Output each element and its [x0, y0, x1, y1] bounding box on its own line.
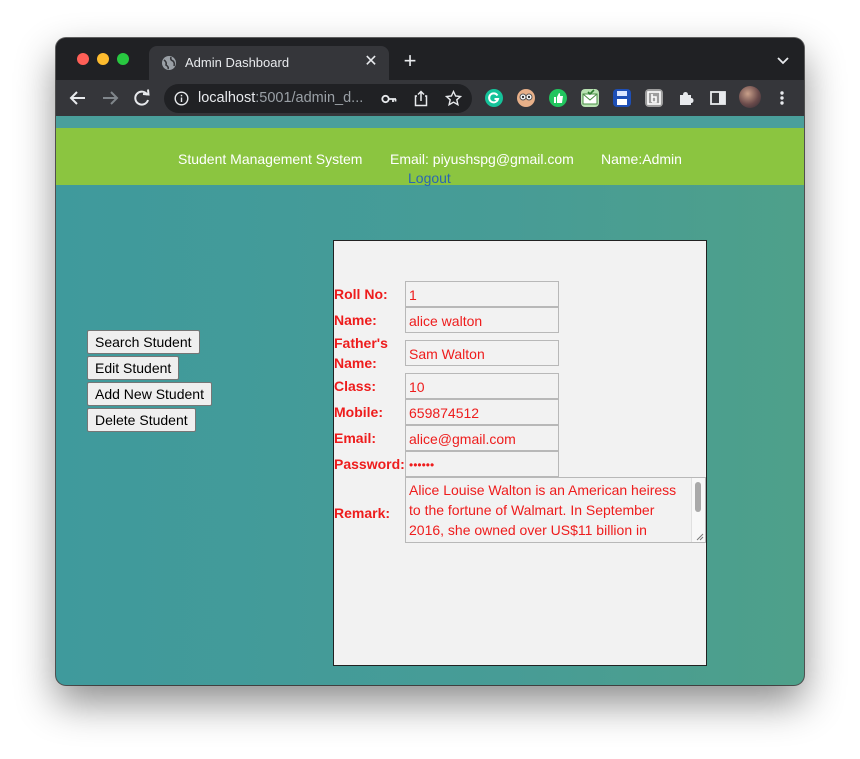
father-label-line2: Name:	[334, 355, 377, 371]
search-student-button[interactable]: Search Student	[87, 330, 200, 354]
password-field[interactable]: ••••••	[405, 451, 559, 477]
browser-tab[interactable]: Admin Dashboard ✕	[149, 46, 389, 80]
remark-text: Alice Louise Walton is an American heire…	[409, 482, 677, 538]
admin-name: Name:Admin	[601, 151, 682, 167]
plus-icon[interactable]: +	[400, 50, 420, 72]
save-icon[interactable]	[613, 89, 631, 107]
name-label: Name:	[334, 312, 377, 328]
roll-field[interactable]: 1	[405, 281, 559, 307]
father-name-field[interactable]: Sam Walton	[405, 340, 559, 366]
url-path: :5001/admin_d...	[255, 90, 364, 106]
admin-email: Email: piyushspg@gmail.com	[390, 151, 574, 167]
mobile-field[interactable]: 659874512	[405, 399, 559, 425]
address-bar[interactable]: localhost:5001/admin_d...	[164, 84, 472, 113]
sidepanel-icon[interactable]	[709, 89, 727, 107]
scrollbar-thumb[interactable]	[695, 482, 701, 512]
info-icon[interactable]	[174, 91, 189, 106]
avatar[interactable]	[739, 86, 761, 108]
delete-student-button[interactable]: Delete Student	[87, 408, 196, 432]
browser-toolbar: localhost:5001/admin_d...	[56, 80, 804, 116]
edit-student-button[interactable]: Edit Student	[87, 356, 180, 380]
reload-icon[interactable]	[133, 89, 151, 107]
minimize-window-button[interactable]	[97, 53, 109, 65]
father-label-line1: Father's	[334, 335, 388, 351]
site-title: Student Management System	[178, 151, 363, 167]
maximize-window-button[interactable]	[117, 53, 129, 65]
browser-window: Admin Dashboard ✕ + localhost:5001/admin…	[56, 38, 804, 685]
more-icon[interactable]	[774, 89, 790, 107]
email-field[interactable]: alice@gmail.com	[405, 425, 559, 451]
grammarly-icon[interactable]	[485, 89, 503, 107]
url-text: localhost:5001/admin_d...	[198, 90, 363, 106]
name-field[interactable]: alice walton	[405, 307, 559, 333]
key-icon[interactable]	[381, 91, 397, 107]
back-icon[interactable]	[69, 89, 87, 107]
class-label: Class:	[334, 378, 377, 394]
forward-icon[interactable]	[101, 89, 119, 107]
password-label: Password:	[334, 456, 405, 472]
share-icon[interactable]	[413, 90, 429, 107]
add-new-student-button[interactable]: Add New Student	[87, 382, 212, 406]
chevron-down-icon[interactable]	[776, 54, 790, 68]
remark-textarea[interactable]: Alice Louise Walton is an American heire…	[405, 477, 706, 543]
tab-title: Admin Dashboard	[185, 55, 290, 70]
student-form-panel: Roll No: 1 Name: alice walton Father's N…	[333, 240, 707, 666]
roll-label: Roll No:	[334, 286, 388, 302]
remark-label: Remark:	[334, 505, 391, 521]
star-icon[interactable]	[445, 90, 462, 107]
page-content: Student Management System Email: piyushs…	[56, 116, 804, 685]
logout-link[interactable]: Logout	[408, 170, 451, 186]
thumbs-up-icon[interactable]	[549, 89, 567, 107]
puzzle-icon[interactable]	[677, 89, 695, 107]
mobile-label: Mobile:	[334, 404, 383, 420]
owl-extension-icon[interactable]	[517, 89, 535, 107]
top-strip	[56, 116, 804, 128]
class-field[interactable]: 10	[405, 373, 559, 399]
email-label: Email:	[334, 430, 377, 446]
title-bar: Admin Dashboard ✕ +	[56, 38, 804, 80]
resize-grip-icon[interactable]	[694, 531, 704, 541]
close-window-button[interactable]	[77, 53, 89, 65]
mail-check-icon[interactable]	[581, 89, 599, 107]
close-icon[interactable]: ✕	[363, 54, 379, 70]
url-host: localhost	[198, 90, 256, 106]
globe-icon	[162, 56, 176, 70]
extension-b-icon[interactable]	[645, 89, 663, 107]
